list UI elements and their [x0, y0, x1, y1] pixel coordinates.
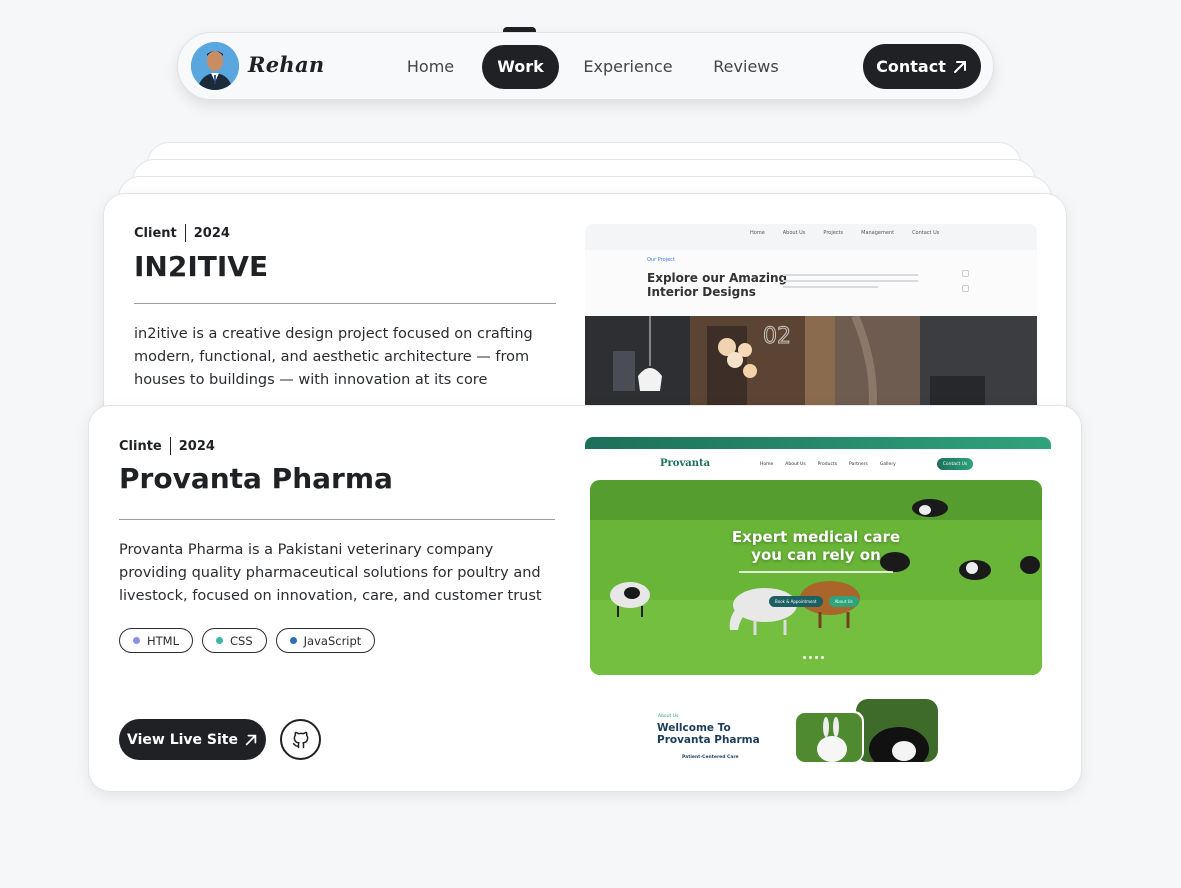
tag-javascript: JavaScript — [275, 628, 376, 653]
brand-name[interactable]: Rehan — [248, 52, 324, 77]
pets-image — [794, 699, 938, 762]
live-label: View Live Site — [127, 731, 238, 748]
preview-about-eyebrow: About Us — [658, 714, 679, 719]
dot-icon — [133, 637, 140, 644]
preview-about-heading: Wellcome To Provanta Pharma — [657, 722, 760, 746]
preview-about-button: About Us — [828, 596, 859, 607]
svg-text:02: 02 — [763, 324, 791, 349]
nav-link-experience[interactable]: Experience — [582, 45, 674, 89]
arrow-up-right-icon — [245, 734, 257, 745]
github-icon — [292, 731, 308, 748]
avatar[interactable] — [191, 42, 239, 90]
project-meta: Clinte 2024 — [119, 437, 215, 455]
project-year: 2024 — [193, 225, 230, 241]
carousel-dots — [803, 656, 824, 659]
project-meta: Client 2024 — [134, 224, 230, 242]
view-live-site-button[interactable]: View Live Site — [119, 719, 266, 760]
arrow-up-right-icon — [953, 60, 966, 73]
project-description: in2itive is a creative design project fo… — [134, 326, 533, 388]
dot-icon — [216, 637, 224, 644]
project-description: Provanta Pharma is a Pakistani veterinar… — [119, 542, 542, 604]
nav-link-work[interactable]: Work — [482, 45, 559, 89]
project-preview-provanta[interactable]: Provanta Home About Us Products Partners… — [585, 437, 1051, 762]
github-button[interactable] — [280, 719, 321, 760]
client-label: Client — [134, 225, 177, 241]
tech-tags: HTML CSS JavaScript — [119, 628, 376, 653]
project-year: 2024 — [178, 438, 215, 454]
client-label: Clinte — [119, 438, 162, 454]
nav-link-home[interactable]: Home — [398, 45, 463, 89]
divider — [134, 303, 556, 304]
dot-icon — [289, 637, 297, 644]
preview-hero-heading: Expert medical care you can rely on — [731, 528, 901, 564]
contact-label: Contact — [876, 57, 946, 76]
tag-css: CSS — [202, 628, 267, 653]
preview-contact-button: Contact Us — [937, 458, 973, 470]
divider — [119, 519, 555, 520]
preview-about-point: Patient-Centered Care — [682, 755, 739, 760]
project-title: IN2ITIVE — [134, 250, 269, 283]
preview-nav: Home About Us Projects Management Contac… — [750, 230, 940, 236]
top-navbar: Rehan Home Work Experience Reviews Conta… — [177, 32, 994, 100]
preview-hero: Expert medical care you can rely on Book… — [590, 480, 1042, 675]
tag-html: HTML — [119, 628, 194, 653]
nav-link-reviews[interactable]: Reviews — [708, 45, 784, 89]
project-card-provanta: Clinte 2024 Provanta Pharma Provanta Pha… — [88, 405, 1082, 792]
preview-eyebrow: Our Project — [647, 257, 675, 263]
pasture-image — [590, 480, 1042, 675]
preview-nav: Home About Us Products Partners Gallery — [760, 462, 896, 467]
preview-book-button: Book & Appointment — [769, 596, 823, 607]
preview-topbar — [585, 437, 1051, 449]
preview-logo: Provanta — [660, 458, 711, 469]
preview-heading: Explore our Amazing Interior Designs — [647, 271, 788, 299]
contact-button[interactable]: Contact — [863, 44, 981, 89]
project-title: Provanta Pharma — [119, 462, 393, 495]
